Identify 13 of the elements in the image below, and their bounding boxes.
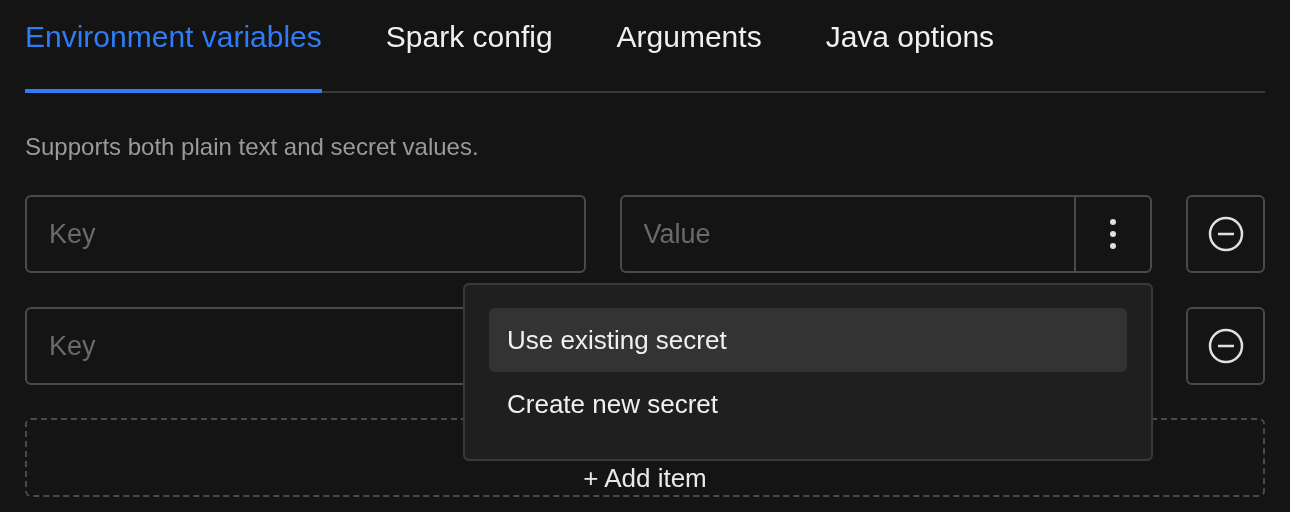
tab[interactable]: Environment variables <box>25 0 322 93</box>
tab[interactable]: Java options <box>825 0 995 93</box>
menu-item[interactable]: Use existing secret <box>489 308 1127 372</box>
value-field[interactable]: Value <box>619 195 1075 273</box>
remove-icon <box>1206 215 1245 253</box>
remove-icon <box>1206 327 1245 365</box>
key-field[interactable]: Key <box>25 195 586 273</box>
tab[interactable]: Arguments <box>616 0 762 93</box>
remove-button[interactable] <box>1186 307 1265 385</box>
more-icon <box>1109 218 1118 250</box>
remove-button[interactable] <box>1186 195 1265 273</box>
tab[interactable]: Spark config <box>385 0 553 93</box>
description: Supports both plain text and secret values. <box>25 133 480 161</box>
